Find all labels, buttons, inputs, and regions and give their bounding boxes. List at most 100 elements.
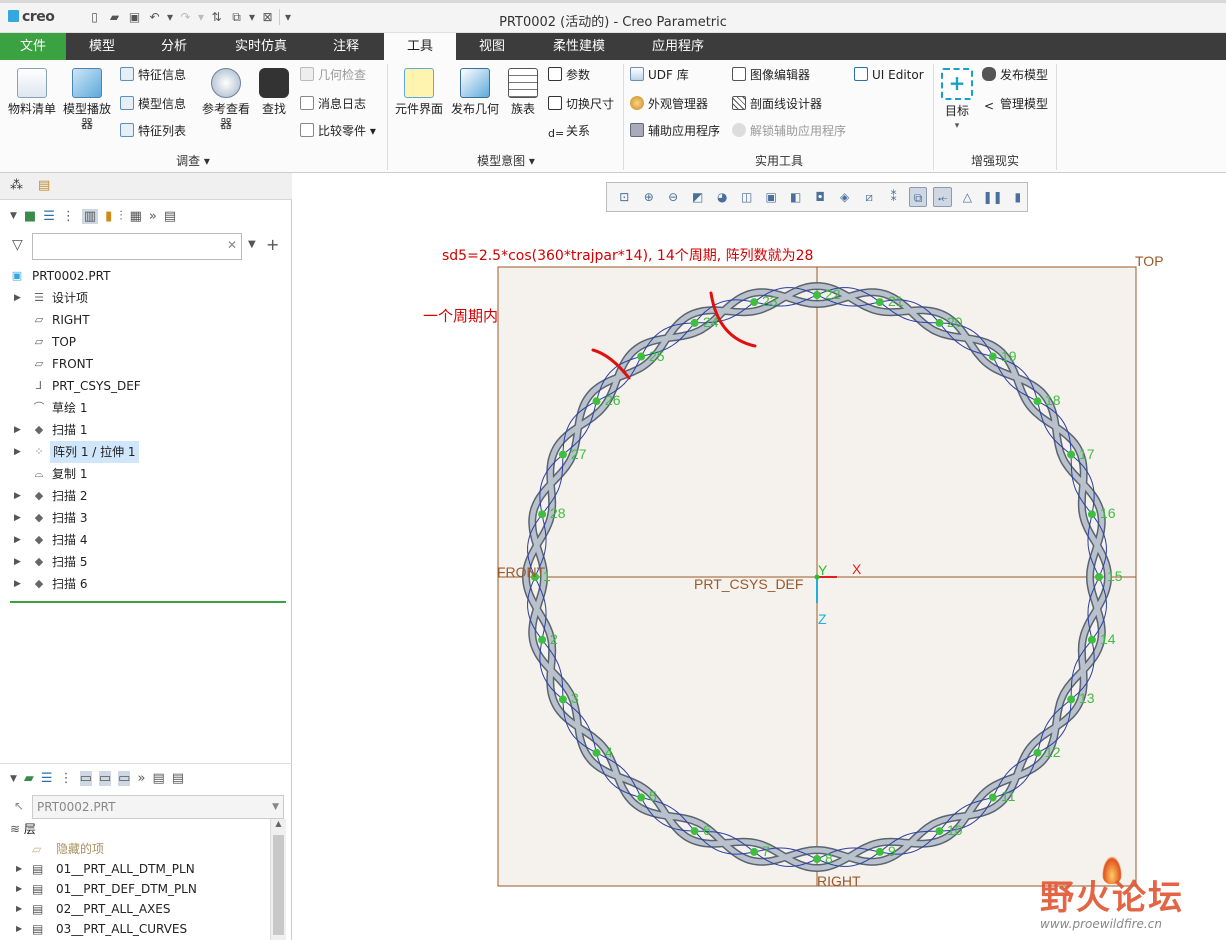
layer-toggle-1-icon[interactable]: ▭ (79, 771, 92, 786)
tree-table-icon[interactable]: ▦ (130, 209, 142, 224)
expand-arrow-icon[interactable]: ▶ (16, 899, 22, 919)
expand-arrow-icon[interactable]: ▶ (16, 879, 22, 899)
scroll-up-icon[interactable]: ▲ (271, 819, 286, 833)
csys-label[interactable]: PRT_CSYS_DEF (694, 576, 803, 592)
compare-part-button[interactable]: 比较零件 ▾ (300, 122, 376, 140)
message-log-button[interactable]: 消息日志 (300, 95, 366, 113)
pattern-point[interactable] (988, 793, 997, 802)
tab-applications[interactable]: 应用程序 (640, 33, 716, 60)
relations-button[interactable]: d= 关系 (548, 122, 590, 140)
expand-arrow-icon[interactable]: ▶ (14, 441, 21, 463)
expand-arrow-icon[interactable]: ▶ (16, 859, 22, 879)
pattern-point[interactable] (1087, 635, 1096, 644)
pattern-point[interactable] (935, 827, 944, 836)
expand-arrow-icon[interactable]: ▶ (14, 573, 21, 595)
switch-dims-button[interactable]: 切换尺寸 (548, 95, 614, 113)
tab-flexible-modeling[interactable]: 柔性建模 (540, 33, 618, 60)
tree-item[interactable]: ▶ ◆ 扫描 4 (0, 529, 290, 551)
show-icon[interactable]: ▤ (164, 209, 176, 224)
scroll-thumb[interactable] (273, 835, 284, 935)
pattern-point[interactable] (592, 748, 601, 757)
publish-geometry-button[interactable]: 发布几何 (448, 68, 502, 117)
tree-item[interactable]: ⌓ 复制 1 (0, 463, 290, 485)
group-model-intent-label[interactable]: 模型意图 ▾ (388, 152, 624, 169)
expand-arrow-icon[interactable]: ▶ (14, 287, 21, 309)
tree-sort-icon[interactable]: ⫶ (119, 209, 122, 224)
add-filter-icon[interactable]: + (266, 235, 279, 254)
bookmark-icon[interactable]: ▮ (105, 209, 112, 224)
image-editor-button[interactable]: 图像编辑器 (732, 66, 810, 84)
tree-search-input[interactable]: ✕ (32, 233, 242, 260)
layer-more-icon[interactable]: » (137, 771, 145, 786)
layer-item[interactable]: ▶ ▤ 01__PRT_DEF_DTM_PLN (0, 879, 268, 899)
tree-columns-icon[interactable]: ☰ (43, 209, 55, 224)
insert-here-marker[interactable] (10, 601, 286, 603)
component-interface-button[interactable]: 元件界面 (392, 68, 446, 117)
pattern-point[interactable] (750, 847, 759, 856)
graphics-window[interactable]: ⊡ ⊕ ⊖ ◩ ◕ ◫ ▣ ◧ ◘ ◈ ⧄ ⁑ ⧉ ⤝ △ ❚❚ ▮ sd5=2… (293, 173, 1226, 940)
tab-file[interactable]: 文件 (0, 33, 66, 60)
pattern-point[interactable] (988, 352, 997, 361)
compare-dropdown-icon[interactable]: ▾ (370, 124, 376, 138)
pattern-point[interactable] (637, 793, 646, 802)
feature-info-button[interactable]: 特征信息 (120, 66, 186, 84)
model-icon[interactable]: ■ (24, 209, 36, 224)
aux-app-button[interactable]: 辅助应用程序 (630, 122, 720, 140)
layer-show-icon[interactable]: ▤ (152, 771, 164, 786)
filter-icon[interactable]: ▽ (12, 237, 23, 253)
pattern-point[interactable] (1033, 397, 1042, 406)
expand-arrow-icon[interactable]: ▶ (14, 507, 21, 529)
pattern-point[interactable] (1033, 748, 1042, 757)
tab-analysis[interactable]: 分析 (144, 33, 204, 60)
pattern-point[interactable] (690, 318, 699, 327)
find-button[interactable]: 查找 (256, 68, 292, 117)
tree-item[interactable]: ▶ ◆ 扫描 2 (0, 485, 290, 507)
expand-arrow-icon[interactable]: ▶ (14, 485, 21, 507)
layer-scrollbar[interactable]: ▲ (270, 819, 286, 940)
pattern-point[interactable] (558, 450, 567, 459)
tab-view[interactable]: 视图 (462, 33, 522, 60)
pattern-point[interactable] (637, 352, 646, 361)
pattern-point[interactable] (750, 298, 759, 307)
bom-button[interactable]: 物料清单 (4, 68, 60, 117)
pattern-point[interactable] (690, 827, 699, 836)
pattern-point[interactable] (813, 291, 821, 299)
tree-item[interactable]: ▶ ◆ 扫描 1 (0, 419, 290, 441)
pattern-point[interactable] (1067, 450, 1076, 459)
group-investigate-label[interactable]: 调查 ▾ (0, 152, 386, 169)
tab-model[interactable]: 模型 (72, 33, 132, 60)
model-player-button[interactable]: 模型播放器 (60, 68, 114, 132)
pattern-point[interactable] (538, 510, 547, 519)
tree-item[interactable]: ⌒ 草绘 1 (0, 397, 290, 419)
layer-item[interactable]: ▶ ▤ 02__PRT_ALL_AXES (0, 899, 268, 919)
pattern-point[interactable] (1095, 573, 1103, 581)
expand-arrow-icon[interactable]: ▶ (16, 919, 22, 939)
right-plane-label[interactable]: RIGHT (817, 873, 861, 889)
more-icon[interactable]: » (149, 209, 157, 224)
top-plane-label[interactable]: TOP (1135, 253, 1164, 269)
pattern-point[interactable] (875, 298, 884, 307)
pattern-point[interactable] (1087, 510, 1096, 519)
clear-search-icon[interactable]: ✕ (227, 238, 237, 252)
pattern-point[interactable] (558, 695, 567, 704)
layer-item[interactable]: ▱ 隐藏的项 (0, 839, 268, 859)
ar-target-button[interactable]: + 目标 ▾ (938, 68, 976, 134)
expand-arrow-icon[interactable]: ▶ (14, 419, 21, 441)
unlock-aux-button[interactable]: 解锁辅助应用程序 (732, 122, 846, 140)
tree-dropdown-icon[interactable]: ▼ (10, 211, 17, 221)
tab-tools[interactable]: 工具 (384, 33, 456, 60)
tree-item[interactable]: ▶ ◆ 扫描 3 (0, 507, 290, 529)
feature-list-button[interactable]: 特征列表 (120, 122, 186, 140)
tree-filter-icon[interactable]: ⋮ (62, 209, 75, 224)
layer-item[interactable]: ▶ ▤ 03__PRT_ALL_CURVES (0, 919, 268, 939)
search-dropdown-icon[interactable]: ▼ (248, 239, 256, 250)
pattern-point[interactable] (1067, 695, 1076, 704)
tree-settings-icon[interactable]: ▥ (81, 208, 99, 224)
layer-columns-icon[interactable]: ☰ (41, 771, 53, 786)
layers-icon[interactable]: ▰ (24, 771, 34, 786)
params-button[interactable]: 参数 (548, 66, 590, 84)
pattern-point[interactable] (538, 635, 547, 644)
folder-browser-tab-icon[interactable]: ▤ (38, 178, 50, 193)
ref-viewer-button[interactable]: 参考查看器 (198, 68, 254, 132)
layer-settings-icon[interactable]: ▤ (172, 771, 184, 786)
